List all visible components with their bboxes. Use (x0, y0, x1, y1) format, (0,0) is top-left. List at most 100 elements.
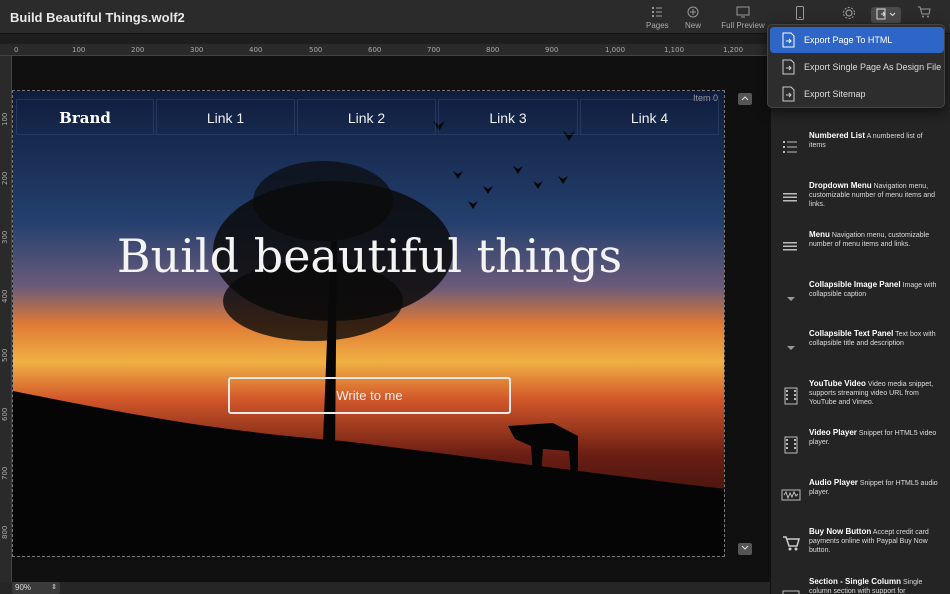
snippet-menu[interactable]: Menu Navigation menu, customizable numbe… (771, 230, 950, 276)
snippet-text: Audio Player Snippet for HTML5 audio pla… (809, 478, 941, 497)
snippet-youtube-video[interactable]: YouTube Video Video media snippet, suppo… (771, 379, 950, 425)
ruler-tick: 300 (190, 46, 204, 54)
snippet-text: Numbered List A numbered list of items (809, 131, 941, 150)
triangle-down-icon (787, 346, 795, 350)
ruler-tick: 400 (249, 46, 263, 54)
ruler-tick: 1,200 (723, 46, 744, 54)
ruler-tick: 600 (1, 407, 9, 421)
snippet-buy-now-button[interactable]: Buy Now Button Accept credit card paymen… (771, 527, 950, 573)
menu-icon (783, 242, 797, 251)
film-icon (784, 436, 798, 454)
ruler-tick: 300 (1, 230, 9, 244)
ruler-tick: 400 (1, 289, 9, 303)
export-single-page-design-file-item[interactable]: Export Single Page As Design File (770, 54, 944, 80)
film-icon (784, 387, 798, 405)
ruler-tick: 100 (72, 46, 86, 54)
snippet-text: Section - Single Column Single column se… (809, 577, 941, 594)
cart-icon (783, 536, 800, 551)
full-preview-label: Full Preview (721, 21, 765, 30)
snippet-section-single-column[interactable]: Section - Single Column Single column se… (771, 577, 950, 594)
ruler-tick: 700 (1, 466, 9, 480)
snippet-text: Buy Now Button Accept credit card paymen… (809, 527, 941, 555)
ruler-tick: 900 (545, 46, 559, 54)
snippet-text: Menu Navigation menu, customizable numbe… (809, 230, 941, 249)
vertical-ruler: 100 200 300 400 500 600 700 800 (0, 56, 12, 582)
window-title: Build Beautiful Things.wolf2 (10, 10, 185, 25)
ruler-tick: 500 (309, 46, 323, 54)
snippets-sidebar: Numbered List A numbered list of items D… (770, 34, 950, 594)
scroll-down-button[interactable] (738, 543, 752, 555)
stepper-icon: ⇕ (51, 584, 57, 591)
full-preview-button[interactable]: Full Preview (721, 6, 765, 30)
export-document-icon (782, 32, 795, 48)
phone-icon (796, 6, 804, 20)
pages-icon (652, 7, 662, 17)
audio-icon (781, 489, 801, 501)
export-sitemap-item[interactable]: Export Sitemap (770, 81, 944, 107)
snippet-text: YouTube Video Video media snippet, suppo… (809, 379, 941, 407)
ruler-tick: 0 (14, 46, 19, 54)
nav-bar: Brand Link 1 Link 2 Link 3 Link 4 (13, 99, 724, 135)
numbered-list-icon (783, 141, 797, 153)
pages-button[interactable]: Pages (646, 6, 669, 30)
scroll-up-button[interactable] (738, 93, 752, 105)
menu-item-label: Export Sitemap (804, 89, 866, 99)
plus-circle-icon (687, 6, 699, 18)
sunset-background-image (13, 91, 724, 556)
menu-item-label: Export Single Page As Design File (804, 62, 942, 72)
snippet-title: Audio Player (809, 478, 858, 487)
snippet-collapsible-image-panel[interactable]: Collapsible Image Panel Image with colla… (771, 280, 950, 326)
snippet-title: Section - Single Column (809, 577, 902, 586)
brand-logo[interactable]: Brand (16, 99, 154, 135)
triangle-down-icon (787, 297, 795, 301)
export-document-icon (782, 59, 795, 75)
export-document-icon (782, 86, 795, 102)
new-button[interactable]: New (683, 6, 703, 30)
snippet-text: Dropdown Menu Navigation menu, customiza… (809, 181, 941, 209)
nav-link-2[interactable]: Link 2 (297, 99, 436, 135)
export-icon (876, 8, 896, 20)
snippet-collapsible-text-panel[interactable]: Collapsible Text Panel Text box with col… (771, 329, 950, 375)
snippet-dropdown-menu[interactable]: Dropdown Menu Navigation menu, customiza… (771, 181, 950, 227)
nav-link-4[interactable]: Link 4 (580, 99, 719, 135)
snippet-title: Buy Now Button (809, 527, 872, 536)
nav-link-3[interactable]: Link 3 (438, 99, 578, 135)
cart-icon (918, 6, 931, 18)
menu-icon (783, 193, 797, 202)
cart-button[interactable] (917, 6, 931, 21)
settings-button[interactable] (842, 6, 856, 23)
snippet-title: Collapsible Text Panel (809, 329, 894, 338)
zoom-select[interactable]: 90% ⇕ (12, 582, 60, 594)
snippet-video-player[interactable]: Video Player Snippet for HTML5 video pla… (771, 428, 950, 474)
snippet-text: Video Player Snippet for HTML5 video pla… (809, 428, 941, 447)
export-dropdown-menu: Export Page To HTML Export Single Page A… (767, 24, 945, 108)
chevron-down-icon (741, 545, 749, 550)
snippet-title: Menu (809, 230, 830, 239)
status-bar: 90% ⇕ (0, 582, 770, 594)
ruler-tick: 500 (1, 348, 9, 362)
export-button[interactable] (871, 7, 901, 23)
snippet-title: Dropdown Menu (809, 181, 872, 190)
snippet-title: YouTube Video (809, 379, 866, 388)
nav-link-1[interactable]: Link 1 (156, 99, 295, 135)
ruler-tick: 800 (486, 46, 500, 54)
snippet-audio-player[interactable]: Audio Player Snippet for HTML5 audio pla… (771, 478, 950, 524)
snippet-title: Numbered List (809, 131, 866, 140)
pages-label: Pages (646, 21, 669, 30)
section-icon (782, 590, 800, 594)
ruler-tick: 1,000 (605, 46, 626, 54)
mobile-preview-button[interactable] (794, 6, 806, 23)
ruler-tick: 1,100 (664, 46, 685, 54)
export-page-to-html-item[interactable]: Export Page To HTML (770, 27, 944, 53)
page-preview[interactable]: Item 0 Brand Link 1 Link 2 Link 3 Link 4… (12, 90, 725, 557)
new-label: New (684, 21, 701, 30)
hero-title: Build beautiful things (116, 229, 623, 283)
menu-item-label: Export Page To HTML (804, 35, 893, 45)
snippet-text: Collapsible Image Panel Image with colla… (809, 280, 941, 299)
ruler-tick: 200 (131, 46, 145, 54)
ruler-tick: 600 (368, 46, 382, 54)
horizontal-ruler: 0 100 200 300 400 500 600 700 800 900 1,… (0, 44, 770, 56)
snippet-numbered-list[interactable]: Numbered List A numbered list of items (771, 131, 950, 177)
write-to-me-button[interactable]: Write to me (228, 377, 511, 414)
snippet-text: Collapsible Text Panel Text box with col… (809, 329, 941, 348)
